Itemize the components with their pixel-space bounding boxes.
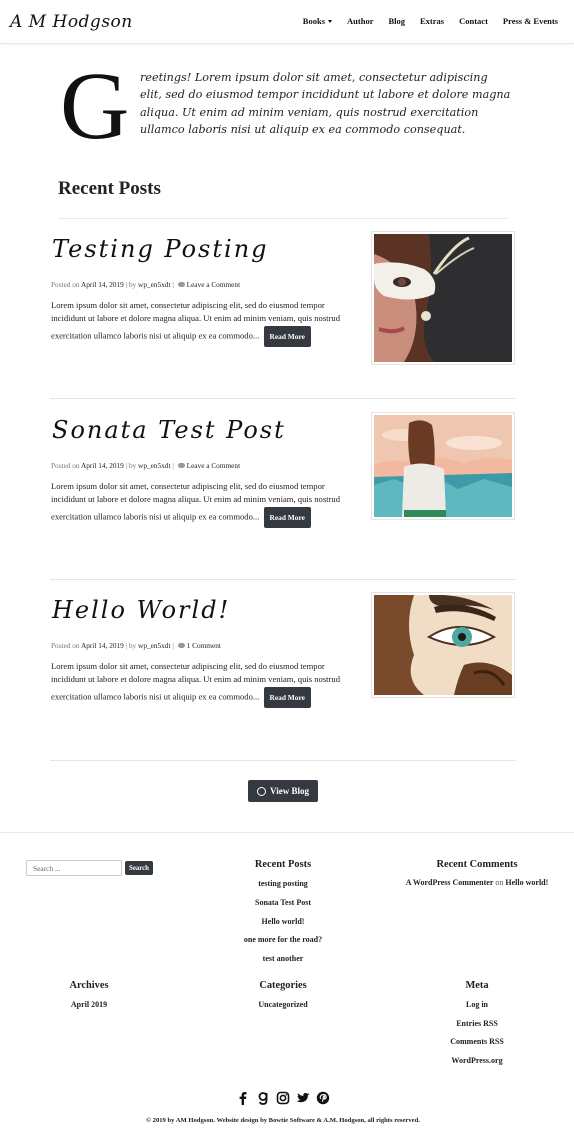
nav-books-label: Books (302, 16, 326, 26)
comment-icon (177, 282, 185, 287)
post-thumbnail[interactable] (371, 592, 515, 698)
comment-icon (177, 463, 185, 468)
masked-woman-image (374, 234, 512, 362)
post-meta: Posted on April 14, 2019 | by wp_en5xdt … (51, 280, 240, 289)
nav-extras[interactable]: Extras (420, 16, 444, 26)
nav-author[interactable]: Author (347, 16, 373, 26)
comments-link[interactable]: Leave a Comment (187, 280, 241, 289)
post-author[interactable]: wp_en5xdt (138, 461, 170, 470)
comment-on-label: on (495, 878, 504, 887)
main-nav: Books Author Blog Extras Contact Press &… (288, 16, 558, 26)
meta-entries-rss-link[interactable]: Entries RSS (456, 1019, 498, 1028)
goodreads-icon[interactable] (256, 1091, 270, 1105)
post-date[interactable]: April 14, 2019 (81, 641, 124, 650)
post-card: Hello World! Posted on April 14, 2019 | … (50, 592, 516, 746)
post-excerpt: Lorem ipsum dolor sit amet, consectetur … (51, 480, 351, 528)
recent-post-link[interactable]: Sonata Test Post (255, 898, 311, 907)
nav-contact[interactable]: Contact (459, 16, 488, 26)
recent-posts-heading: Recent Posts (58, 178, 161, 199)
by-label: | by (125, 461, 137, 470)
read-more-button[interactable]: Read More (263, 506, 311, 528)
widget-archives-title: Archives (69, 980, 109, 991)
divider (50, 579, 516, 580)
pinterest-icon[interactable] (316, 1091, 330, 1105)
recent-comment: A WordPress Commenter on Hello world! (406, 878, 549, 887)
divider (58, 218, 508, 219)
copyright: © 2019 by AM Hodgson. Website design by … (146, 1117, 420, 1124)
meta-separator: | (172, 641, 174, 650)
posted-on-label: Posted on (51, 641, 80, 650)
posted-on-label: Posted on (51, 280, 80, 289)
wordpress-icon (257, 786, 267, 796)
meta-separator: | (172, 461, 174, 470)
meta-separator: | (172, 280, 174, 289)
post-date[interactable]: April 14, 2019 (81, 280, 124, 289)
woman-sunset-image (374, 415, 512, 517)
archive-link[interactable]: April 2019 (71, 1000, 107, 1009)
widget-recent-comments-title: Recent Comments (436, 859, 518, 870)
search-input[interactable]: Search ... (26, 860, 122, 876)
comments-link[interactable]: 1 Comment (187, 641, 221, 650)
post-excerpt: Lorem ipsum dolor sit amet, consectetur … (51, 299, 351, 347)
by-label: | by (125, 280, 137, 289)
post-author[interactable]: wp_en5xdt (138, 641, 170, 650)
divider (50, 760, 516, 761)
top-navbar: A M Hodgson Books Author Blog Extras Con… (0, 0, 574, 44)
footer-divider (0, 832, 574, 833)
widget-meta-title: Meta (465, 980, 489, 991)
instagram-icon[interactable] (276, 1091, 290, 1105)
post-excerpt: Lorem ipsum dolor sit amet, consectetur … (51, 660, 351, 708)
recent-post-link[interactable]: one more for the road? (244, 935, 322, 944)
post-title[interactable]: Hello World! (52, 596, 230, 624)
chevron-down-icon (328, 20, 333, 23)
meta-login-link[interactable]: Log in (466, 1000, 488, 1009)
view-blog-button[interactable]: View Blog (248, 780, 318, 802)
nav-press-events[interactable]: Press & Events (503, 16, 558, 26)
recent-post-link[interactable]: testing posting (258, 879, 308, 888)
read-more-button[interactable]: Read More (263, 325, 311, 347)
meta-comments-rss-link[interactable]: Comments RSS (450, 1037, 504, 1046)
facebook-icon[interactable] (236, 1091, 250, 1105)
post-author[interactable]: wp_en5xdt (138, 280, 170, 289)
comment-icon (177, 643, 185, 648)
site-logo[interactable]: A M Hodgson (10, 12, 133, 32)
post-meta: Posted on April 14, 2019 | by wp_en5xdt … (51, 461, 240, 470)
eye-closeup-image (374, 595, 512, 695)
intro-text: reetings! Lorem ipsum dolor sit amet, co… (140, 71, 511, 137)
post-card: Testing Posting Posted on April 14, 2019… (50, 231, 516, 385)
nav-books[interactable]: Books (302, 16, 333, 26)
post-date[interactable]: April 14, 2019 (81, 461, 124, 470)
category-link[interactable]: Uncategorized (258, 1000, 307, 1009)
post-thumbnail[interactable] (371, 412, 515, 520)
comment-author-link[interactable]: A WordPress Commenter (406, 878, 494, 887)
recent-post-link[interactable]: test another (263, 954, 304, 963)
social-links (236, 1090, 330, 1106)
comments-link[interactable]: Leave a Comment (187, 461, 241, 470)
posted-on-label: Posted on (51, 461, 80, 470)
post-title[interactable]: Testing Posting (52, 235, 269, 263)
post-thumbnail[interactable] (371, 231, 515, 365)
recent-post-link[interactable]: Hello world! (262, 917, 305, 926)
comment-post-link[interactable]: Hello world! (505, 878, 548, 887)
post-meta: Posted on April 14, 2019 | by wp_en5xdt … (51, 641, 221, 650)
read-more-button[interactable]: Read More (263, 686, 311, 708)
twitter-icon[interactable] (296, 1091, 310, 1105)
post-card: Sonata Test Post Posted on April 14, 201… (50, 412, 516, 566)
view-blog-label: View Blog (270, 786, 309, 796)
widget-categories-title: Categories (259, 980, 307, 991)
nav-blog[interactable]: Blog (388, 16, 405, 26)
search-button[interactable]: Search (125, 861, 153, 875)
post-title[interactable]: Sonata Test Post (52, 416, 286, 444)
by-label: | by (125, 641, 137, 650)
divider (50, 398, 516, 399)
drop-cap: G (60, 52, 130, 159)
widget-recent-posts-title: Recent Posts (254, 859, 312, 870)
meta-wordpress-link[interactable]: WordPress.org (451, 1056, 502, 1065)
